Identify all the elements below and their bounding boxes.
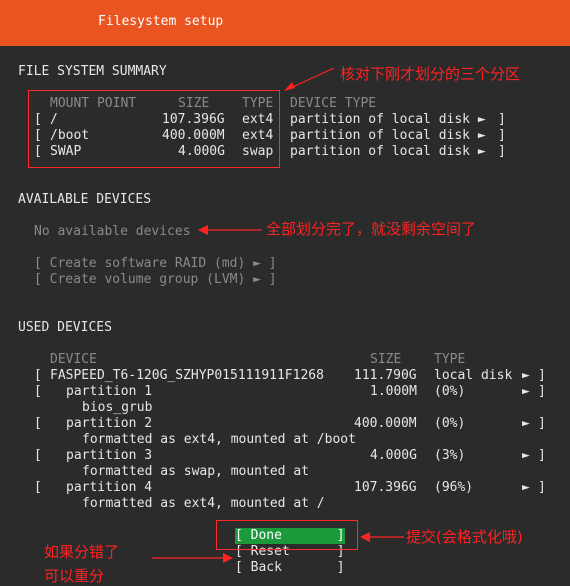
annotation-available-note: 全部划分完了，就没剩余空间了 [266, 220, 477, 238]
annotation-done-note: 提交(会格式化哦) [406, 528, 523, 546]
reset-arrowhead [223, 553, 233, 563]
summary-arrowhead [284, 82, 295, 91]
annotation-arrows [152, 67, 404, 563]
available-arrowhead [198, 225, 208, 235]
done-arrowhead [360, 532, 370, 542]
annotation-reset-note-2: 可以重分 [44, 567, 105, 585]
annotation-reset-note-1: 如果分错了 [44, 543, 120, 561]
annotation-summary-note: 核对下刚才划分的三个分区 [340, 65, 521, 83]
